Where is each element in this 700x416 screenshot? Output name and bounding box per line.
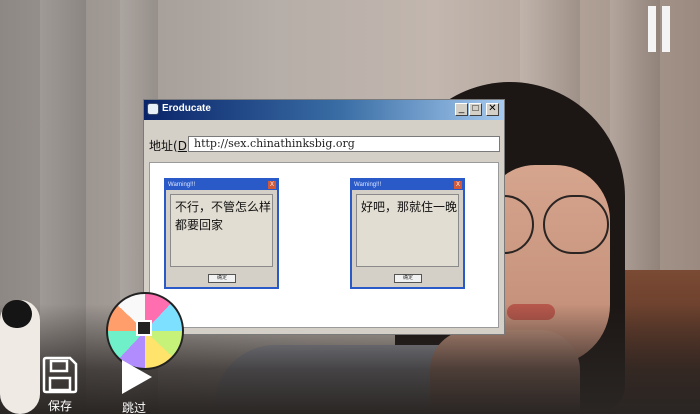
window-titlebar[interactable]: Eroducate _ □ ✕ <box>144 100 504 120</box>
dialog-message-box: 好吧，那就住一晚 <box>356 194 459 267</box>
choice-dialog-stay-night[interactable]: Warning!!! X 好吧，那就住一晚 确定 <box>350 178 465 289</box>
dialog-titlebar: Warning!!! X <box>352 180 463 190</box>
maximize-button[interactable]: □ <box>469 103 482 116</box>
window-title: Eroducate <box>162 103 211 114</box>
glasses-lens-right <box>543 195 609 254</box>
pause-button[interactable] <box>648 6 676 52</box>
dialog-title: Warning!!! <box>168 182 196 188</box>
choice-dialog-go-home[interactable]: Warning!!! X 不行，不管怎么样都要回家 确定 <box>164 178 279 289</box>
pause-icon <box>648 6 656 52</box>
pause-icon-bar <box>662 6 670 52</box>
dialog-message: 好吧，那就住一晚 <box>361 200 458 214</box>
play-triangle-icon <box>122 360 152 394</box>
minimize-button[interactable]: _ <box>455 103 468 116</box>
address-shortcut: D <box>177 139 187 153</box>
floppy-disk-icon <box>42 356 78 394</box>
dialog-message: 不行，不管怎么样都要回家 <box>175 200 272 232</box>
address-label-text: 地址 <box>149 139 174 153</box>
save-button[interactable]: 保存 <box>38 356 82 414</box>
disc-center-icon <box>136 320 152 336</box>
address-bar[interactable]: http://sex.chinathinksbig.org <box>188 136 500 152</box>
dialog-titlebar: Warning!!! X <box>166 180 277 190</box>
skip-label: 跳过 <box>121 401 146 415</box>
close-button[interactable]: ✕ <box>486 103 499 116</box>
address-label: 地址(D) <box>149 139 192 153</box>
dialog-ok-button[interactable]: 确定 <box>394 274 422 283</box>
dialog-close-button[interactable]: X <box>454 181 462 189</box>
skip-button[interactable]: 跳过 <box>112 358 156 415</box>
dialog-close-button[interactable]: X <box>268 181 276 189</box>
plush-toy-ear <box>2 300 32 328</box>
dialog-ok-button[interactable]: 确定 <box>208 274 236 283</box>
dialog-title: Warning!!! <box>354 182 382 188</box>
app-icon <box>147 103 159 115</box>
save-label: 保存 <box>47 399 72 413</box>
dialog-message-box: 不行，不管怎么样都要回家 <box>170 194 273 267</box>
